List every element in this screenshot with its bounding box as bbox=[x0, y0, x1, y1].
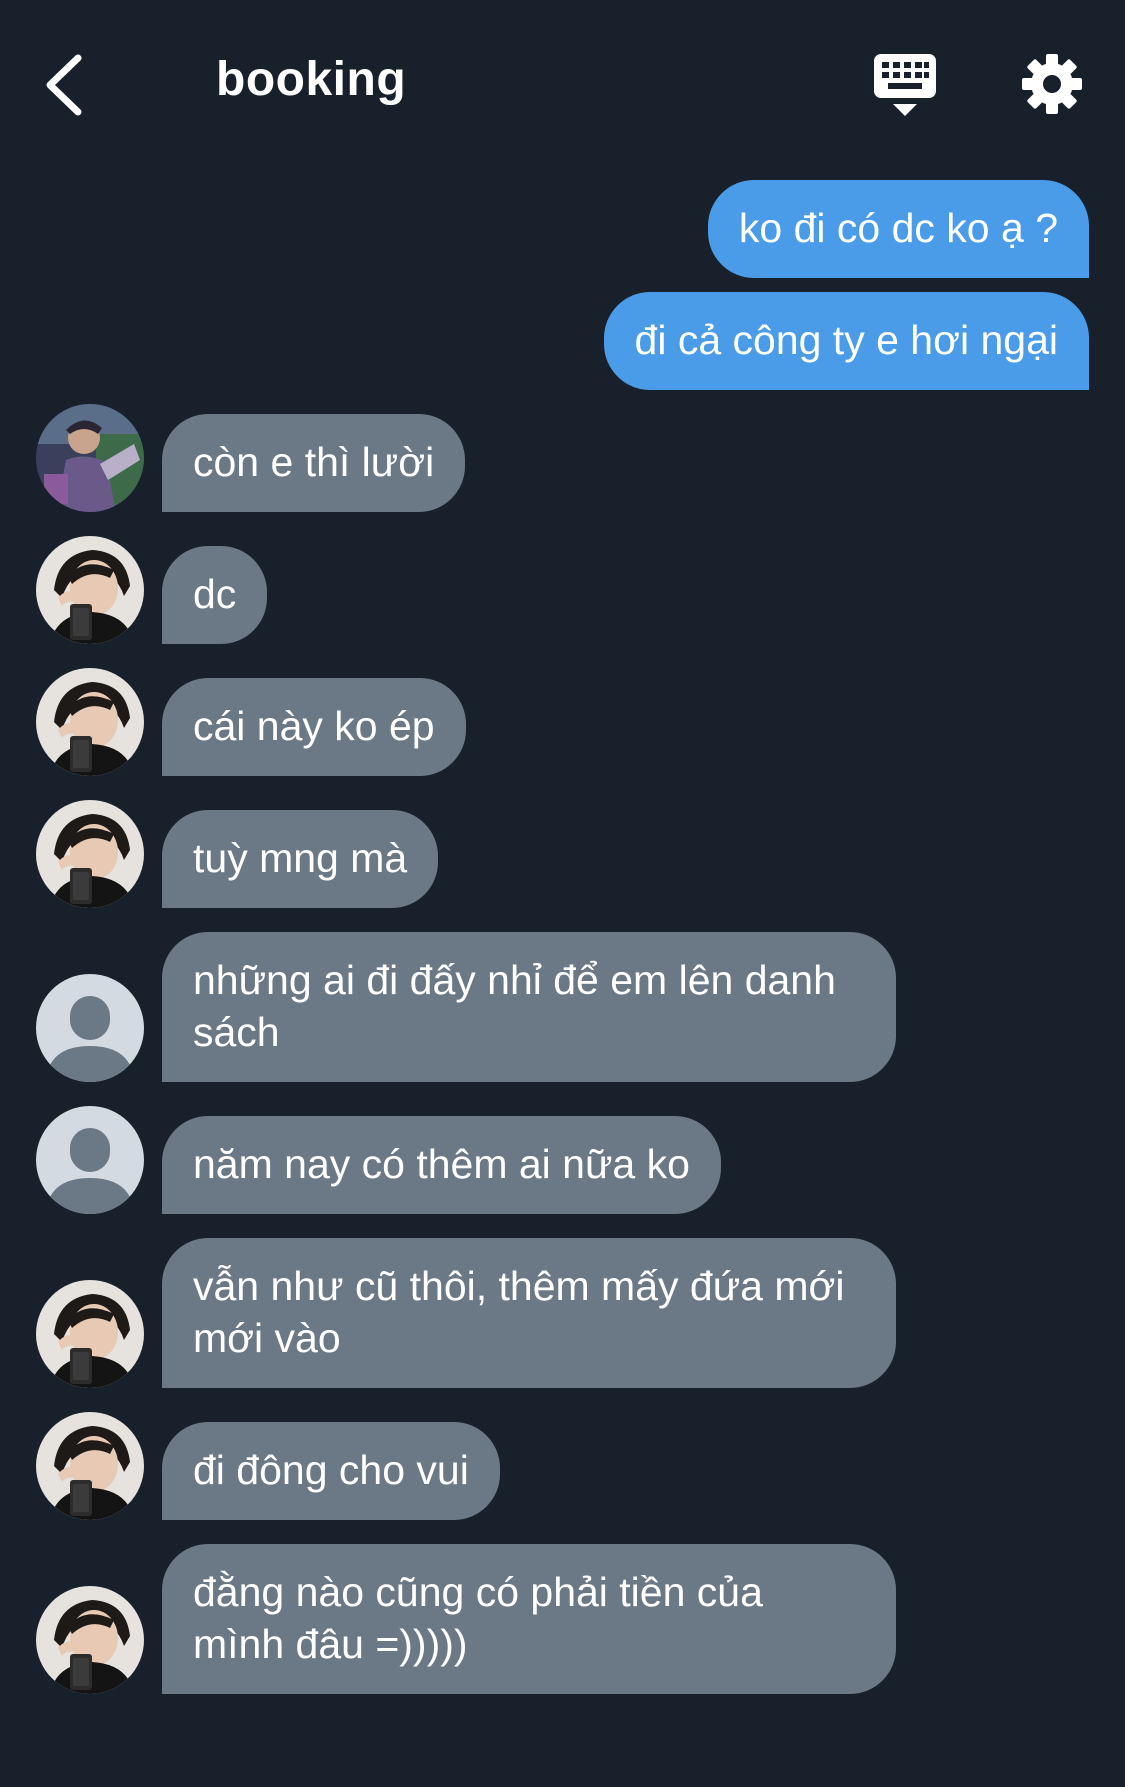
gear-icon bbox=[1022, 54, 1082, 114]
message-bubble[interactable]: còn e thì lười bbox=[162, 414, 466, 512]
message-bubble[interactable]: vẫn như cũ thôi, thêm mấy đứa mới mới và… bbox=[162, 1238, 896, 1388]
photo-avatar-b[interactable] bbox=[36, 1586, 144, 1694]
chevron-left-icon bbox=[46, 54, 82, 116]
chat-header: booking bbox=[0, 0, 1125, 170]
conversation-title: booking bbox=[216, 53, 407, 106]
message-bubble[interactable]: dc bbox=[162, 546, 268, 644]
message-bubble[interactable]: những ai đi đấy nhỉ để em lên danh sách bbox=[162, 932, 896, 1082]
photo-avatar-b[interactable] bbox=[36, 800, 144, 908]
settings-button[interactable] bbox=[1020, 52, 1084, 116]
incoming-message: cái này ko ép bbox=[0, 668, 1125, 776]
message-bubble[interactable]: đi cả công ty e hơi ngại bbox=[603, 292, 1089, 390]
keyboard-button[interactable] bbox=[872, 52, 938, 118]
message-bubble[interactable]: ko đi có dc ko ạ ? bbox=[707, 180, 1089, 278]
incoming-message: tuỳ mng mà bbox=[0, 800, 1125, 908]
message-bubble[interactable]: đằng nào cũng có phải tiền của mình đâu … bbox=[162, 1544, 896, 1694]
incoming-message: đằng nào cũng có phải tiền của mình đâu … bbox=[0, 1544, 1125, 1694]
message-bubble[interactable]: đi đông cho vui bbox=[162, 1422, 500, 1520]
outgoing-message: đi cả công ty e hơi ngại bbox=[0, 292, 1125, 390]
outgoing-message: ko đi có dc ko ạ ? bbox=[0, 180, 1125, 278]
keyboard-icon bbox=[874, 54, 936, 116]
default-avatar[interactable] bbox=[36, 974, 144, 1082]
default-avatar[interactable] bbox=[36, 1106, 144, 1214]
back-button[interactable] bbox=[40, 50, 90, 120]
photo-avatar-a[interactable] bbox=[36, 404, 144, 512]
incoming-message: đi đông cho vui bbox=[0, 1412, 1125, 1520]
incoming-message: còn e thì lười bbox=[0, 404, 1125, 512]
photo-avatar-b[interactable] bbox=[36, 668, 144, 776]
message-bubble[interactable]: tuỳ mng mà bbox=[162, 810, 439, 908]
message-bubble[interactable]: cái này ko ép bbox=[162, 678, 466, 776]
photo-avatar-b[interactable] bbox=[36, 1412, 144, 1520]
message-list: ko đi có dc ko ạ ? đi cả công ty e hơi ng… bbox=[0, 180, 1125, 1718]
incoming-message: vẫn như cũ thôi, thêm mấy đứa mới mới và… bbox=[0, 1238, 1125, 1388]
incoming-message: năm nay có thêm ai nữa ko bbox=[0, 1106, 1125, 1214]
message-bubble[interactable]: năm nay có thêm ai nữa ko bbox=[162, 1116, 721, 1214]
photo-avatar-b[interactable] bbox=[36, 536, 144, 644]
incoming-message: những ai đi đấy nhỉ để em lên danh sách bbox=[0, 932, 1125, 1082]
incoming-message: dc bbox=[0, 536, 1125, 644]
photo-avatar-b[interactable] bbox=[36, 1280, 144, 1388]
